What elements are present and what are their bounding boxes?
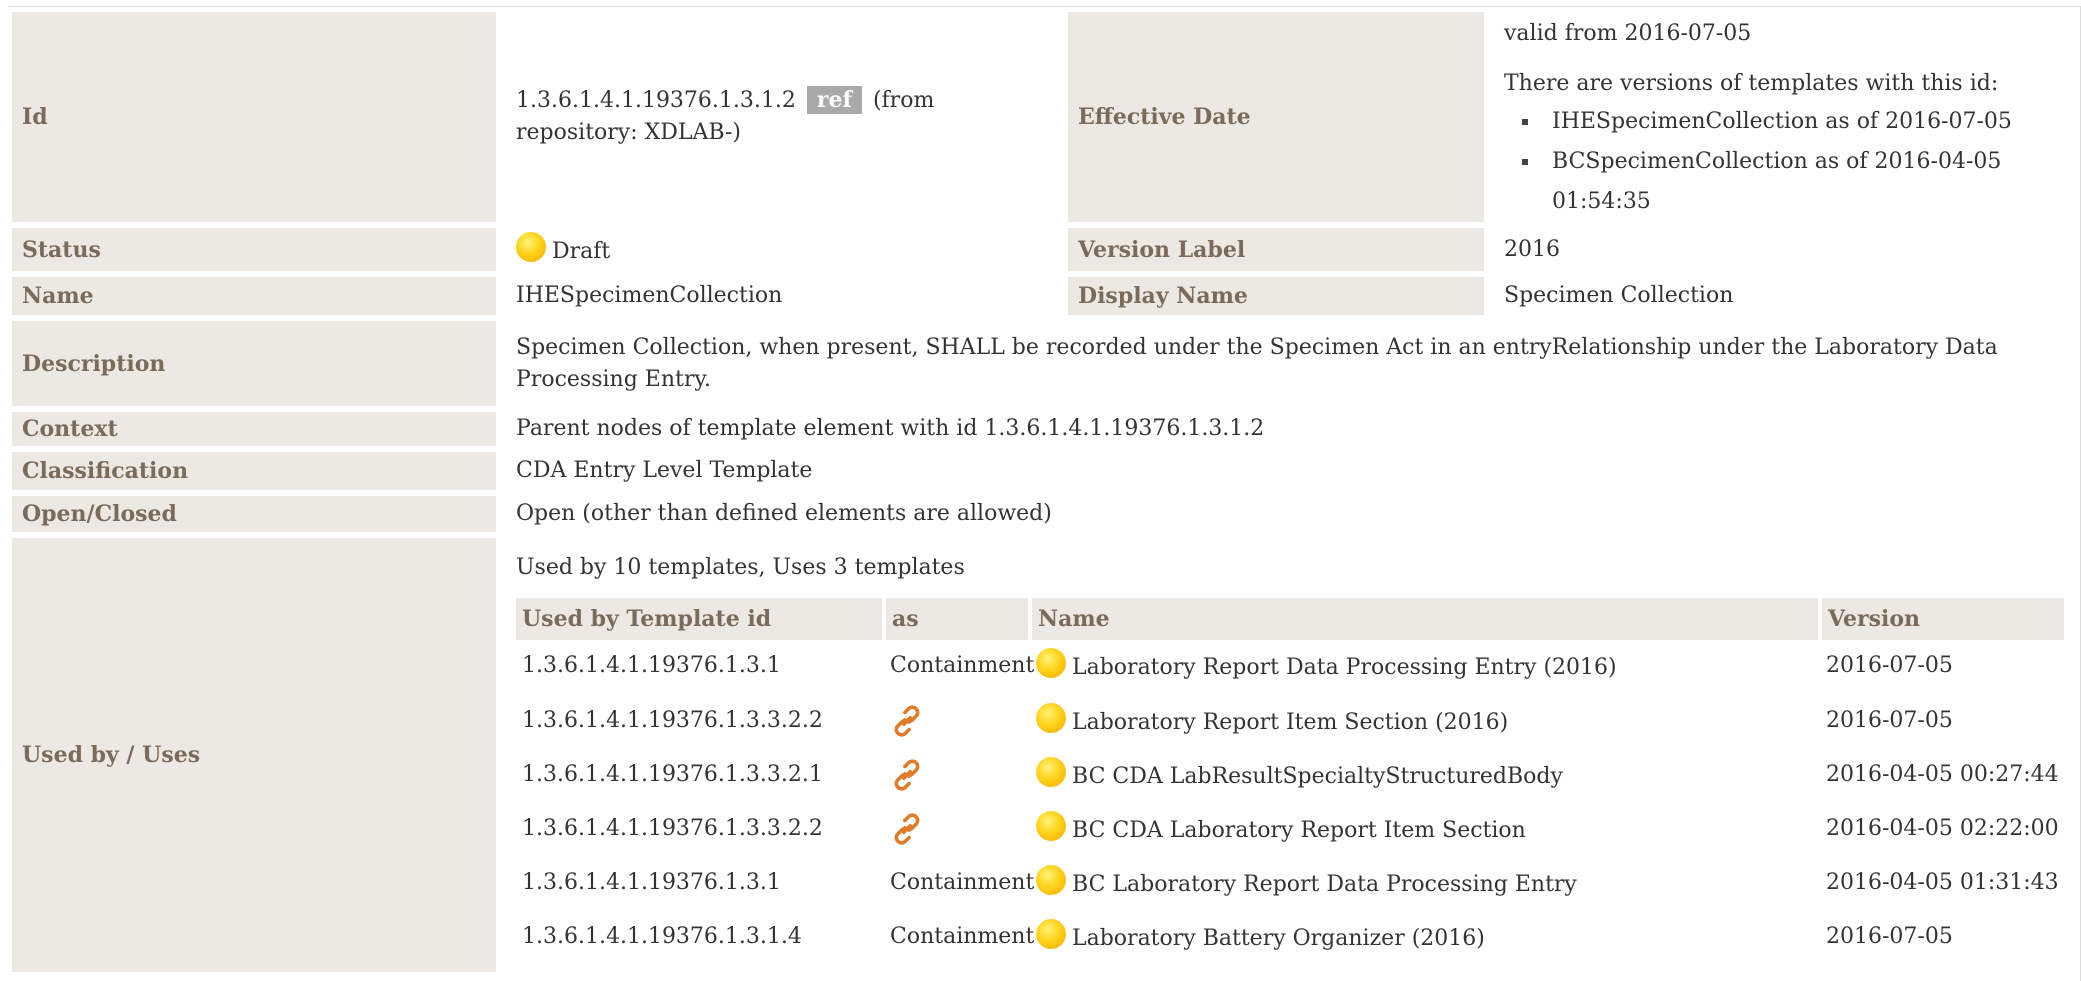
used-by-as-cell	[884, 748, 1030, 805]
used-by-as: Containment	[890, 652, 1035, 678]
status-label: Status	[12, 228, 506, 277]
context-value: Parent nodes of template element with id…	[506, 412, 2078, 452]
used-by-name-cell: BC Laboratory Report Data Processing Ent…	[1030, 856, 1820, 913]
used-by-header-row: Used by Template id as Name Version	[516, 598, 2068, 640]
used-by-caption: Used by 10 templates, Uses 3 templates	[516, 555, 965, 580]
used-by-template-id[interactable]: 1.3.6.1.4.1.19376.1.3.1	[516, 640, 884, 697]
draft-status-icon	[1036, 703, 1066, 733]
used-by-row: 1.3.6.1.4.1.19376.1.3.1 Containment Labora…	[516, 640, 2066, 697]
link-icon[interactable]	[890, 758, 924, 792]
row-description: Description Specimen Collection, when pr…	[12, 321, 2078, 412]
header-template-id[interactable]: Used by Template id	[516, 598, 886, 640]
row-classification: Classification CDA Entry Level Template	[12, 452, 2078, 496]
draft-status-icon	[1036, 811, 1066, 841]
used-by-row: 1.3.6.1.4.1.19376.1.3.1.4 Containment Labo…	[516, 910, 2066, 967]
used-by-template-id[interactable]: 1.3.6.1.4.1.19376.1.3.3.2.2	[516, 802, 884, 859]
used-by-name-cell: BC CDA Laboratory Report Item Section	[1030, 802, 1820, 859]
name-value: IHESpecimenCollection	[506, 277, 1058, 321]
effective-date-label: Effective Date	[1058, 12, 1494, 228]
used-by-name-link[interactable]: BC Laboratory Report Data Processing Ent…	[1072, 872, 1577, 897]
used-by-row: 1.3.6.1.4.1.19376.1.3.1 Containment BC Lab…	[516, 856, 2066, 913]
used-by-template-id[interactable]: 1.3.6.1.4.1.19376.1.3.1.4	[516, 910, 884, 967]
used-by-version: 2016-07-05	[1820, 694, 2066, 751]
link-icon[interactable]	[890, 704, 924, 738]
version-label-value: 2016	[1494, 228, 2078, 277]
header-name[interactable]: Name	[1030, 598, 1822, 640]
used-by-as: Containment	[890, 870, 1035, 895]
context-label: Context	[12, 412, 506, 452]
used-by-cell: Used by 10 templates, Uses 3 templates U…	[506, 538, 2078, 978]
used-by-name-cell: Laboratory Report Data Processing Entry …	[1030, 640, 1820, 697]
draft-status-icon	[1036, 919, 1066, 949]
row-status: Status Draft Version Label 2016	[12, 228, 2078, 277]
draft-status-icon	[1036, 647, 1066, 678]
effective-date-cell: valid from 2016-07-05 There are versions…	[1494, 12, 2078, 228]
versions-intro-text: There are versions of templates with thi…	[1504, 71, 1999, 96]
template-id: 1.3.6.1.4.1.19376.1.3.1.2	[516, 88, 796, 113]
used-by-as-cell	[884, 694, 1030, 751]
draft-status-icon	[516, 231, 546, 262]
used-by-template-id[interactable]: 1.3.6.1.4.1.19376.1.3.3.2.1	[516, 748, 884, 805]
draft-status-icon	[1036, 757, 1066, 787]
used-by-name-cell: BC CDA LabResultSpecialtyStructuredBody	[1030, 748, 1820, 805]
header-version[interactable]: Version	[1820, 598, 2068, 640]
used-by-label: Used by / Uses	[12, 538, 506, 978]
used-by-name-link[interactable]: BC CDA Laboratory Report Item Section	[1072, 818, 1526, 843]
description-value: Specimen Collection, when present, SHALL…	[506, 321, 2078, 412]
open-closed-label: Open/Closed	[12, 496, 506, 538]
header-as[interactable]: as	[884, 598, 1032, 640]
row-open-closed: Open/Closed Open (other than defined ele…	[12, 496, 2078, 538]
used-by-as: Containment	[890, 924, 1035, 949]
link-icon[interactable]	[890, 812, 924, 846]
version-label-label: Version Label	[1058, 228, 1494, 277]
used-by-as-cell: Containment	[884, 856, 1034, 913]
used-by-as-cell	[884, 802, 1030, 859]
display-name-value: Specimen Collection	[1494, 277, 2078, 321]
used-by-rows: 1.3.6.1.4.1.19376.1.3.1 Containment Labora…	[516, 640, 2066, 967]
template-metadata-table: Id 1.3.6.1.4.1.19376.1.3.1.2 ref (from r…	[12, 12, 2078, 978]
versions-list: IHESpecimenCollection as of 2016-07-05 B…	[1504, 102, 2068, 222]
status-value-cell: Draft	[506, 228, 1058, 277]
used-by-version: 2016-04-05 02:22:00	[1820, 802, 2066, 859]
row-context: Context Parent nodes of template element…	[12, 412, 2078, 452]
classification-label: Classification	[12, 452, 506, 496]
used-by-name-link[interactable]: BC CDA LabResultSpecialtyStructuredBody	[1072, 764, 1563, 789]
used-by-row: 1.3.6.1.4.1.19376.1.3.3.2.1 BC CDA LabRes…	[516, 748, 2066, 805]
row-used-by: Used by / Uses Used by 10 templates, Use…	[12, 538, 2078, 978]
used-by-version: 2016-07-05	[1820, 910, 2066, 967]
ref-badge[interactable]: ref	[806, 86, 862, 114]
used-by-name-link[interactable]: Laboratory Report Item Section (2016)	[1072, 710, 1508, 735]
used-by-name-link[interactable]: Laboratory Battery Organizer (2016)	[1072, 926, 1485, 951]
used-by-as-cell: Containment	[884, 910, 1034, 967]
version-item[interactable]: BCSpecimenCollection as of 2016-04-05 01…	[1522, 142, 2068, 222]
used-by-template-id[interactable]: 1.3.6.1.4.1.19376.1.3.3.2.2	[516, 694, 884, 751]
used-by-row: 1.3.6.1.4.1.19376.1.3.3.2.2 BC CDA Labora…	[516, 802, 2066, 859]
used-by-version: 2016-04-05 00:27:44	[1820, 748, 2066, 805]
used-by-name-cell: Laboratory Report Item Section (2016)	[1030, 694, 1820, 751]
version-item[interactable]: IHESpecimenCollection as of 2016-07-05	[1522, 102, 2068, 142]
used-by-template-id[interactable]: 1.3.6.1.4.1.19376.1.3.1	[516, 856, 884, 913]
display-name-label: Display Name	[1058, 277, 1494, 321]
row-id: Id 1.3.6.1.4.1.19376.1.3.1.2 ref (from r…	[12, 12, 2078, 228]
row-name: Name IHESpecimenCollection Display Name …	[12, 277, 2078, 321]
used-by-version: 2016-07-05	[1820, 640, 2066, 697]
description-label: Description	[12, 321, 506, 412]
used-by-as-cell: Containment	[884, 640, 1034, 697]
used-by-name-link[interactable]: Laboratory Report Data Processing Entry …	[1072, 655, 1617, 680]
classification-value: CDA Entry Level Template	[506, 452, 2078, 496]
used-by-version: 2016-04-05 01:31:43	[1820, 856, 2066, 913]
name-label: Name	[12, 277, 506, 321]
status-value: Draft	[552, 238, 611, 264]
id-label: Id	[12, 12, 506, 228]
valid-from-text: valid from 2016-07-05	[1504, 21, 1752, 46]
used-by-table: Used by Template id as Name Version 1.3.…	[516, 598, 2068, 967]
draft-status-icon	[1036, 865, 1066, 895]
used-by-name-cell: Laboratory Battery Organizer (2016)	[1030, 910, 1820, 967]
id-value-cell: 1.3.6.1.4.1.19376.1.3.1.2 ref (from repo…	[506, 12, 1058, 228]
open-closed-value: Open (other than defined elements are al…	[506, 496, 2078, 538]
used-by-row: 1.3.6.1.4.1.19376.1.3.3.2.2 Laboratory Re…	[516, 694, 2066, 751]
